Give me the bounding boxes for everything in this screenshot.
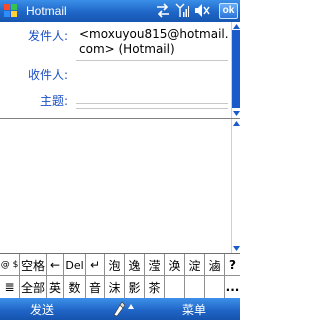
title-bar: Hotmail ok	[0, 0, 240, 22]
enter-key[interactable]: ↵	[86, 254, 105, 276]
backspace-key[interactable]: ←	[47, 254, 64, 276]
candidate-key-4[interactable]: 涣	[165, 254, 185, 276]
all-key[interactable]: 全部	[20, 276, 47, 298]
candidate-key-6[interactable]: 滷	[205, 254, 225, 276]
scroll-up-icon[interactable]	[233, 24, 240, 29]
candidate-key-5[interactable]: 淀	[185, 254, 205, 276]
input-panel-icon[interactable]	[111, 300, 135, 318]
empty-key-1[interactable]	[165, 276, 185, 298]
ok-button[interactable]: ok	[219, 3, 238, 19]
header-scrollbar[interactable]	[231, 22, 240, 118]
signal-bars-icon[interactable]	[175, 3, 189, 18]
help-key[interactable]: ?	[225, 254, 240, 276]
from-value[interactable]: <moxuyou815@hotmail.com> (Hotmail)	[79, 27, 229, 57]
to-field[interactable]	[76, 84, 228, 104]
subject-field[interactable]	[76, 108, 228, 109]
send-softkey[interactable]: 发送	[30, 301, 54, 318]
from-label: 发件人:	[27, 29, 68, 43]
menu-bar: 发送 菜单	[0, 298, 240, 320]
phonetic-key[interactable]: 音	[86, 276, 105, 298]
space-key[interactable]: 空格	[20, 254, 47, 276]
list-key[interactable]: ≣	[0, 276, 20, 298]
ime-row-1: @ $ 空格 ← Del ↵ 泡 逸 滢 涣 淀 滷 ?	[0, 254, 240, 276]
candidate-key-1[interactable]: 泡	[105, 254, 125, 276]
menu-softkey[interactable]: 菜单	[182, 301, 206, 318]
candidate-key-2[interactable]: 逸	[125, 254, 145, 276]
symbol-key[interactable]: @ $	[0, 254, 20, 276]
message-header: 发件人: <moxuyou815@hotmail.com> (Hotmail) …	[0, 22, 231, 118]
empty-key-3[interactable]	[205, 276, 225, 298]
ime-row-2: ≣ 全部 英 数 音 沫 影 茶 ...	[0, 276, 240, 298]
body-scroll-down-icon[interactable]	[233, 246, 240, 251]
message-body[interactable]	[0, 119, 231, 253]
delete-key[interactable]: Del	[64, 254, 86, 276]
candidate-key-7[interactable]: 沫	[105, 276, 125, 298]
input-method-panel: @ $ 空格 ← Del ↵ 泡 逸 滢 涣 淀 滷 ? ≣ 全部 英 数 音 …	[0, 253, 240, 298]
scroll-down-icon[interactable]	[233, 111, 240, 116]
more-key[interactable]: ...	[225, 276, 240, 298]
to-label: 收件人:	[27, 68, 68, 82]
window-title: Hotmail	[26, 4, 67, 18]
scroll-thumb[interactable]	[232, 30, 240, 108]
from-field-underline	[76, 60, 228, 61]
candidate-key-9[interactable]: 茶	[145, 276, 165, 298]
number-key[interactable]: 数	[64, 276, 86, 298]
candidate-key-8[interactable]: 影	[125, 276, 145, 298]
empty-key-2[interactable]	[185, 276, 205, 298]
body-scroll-up-icon[interactable]	[233, 121, 240, 126]
body-scrollbar[interactable]	[231, 119, 240, 253]
subject-label: 主题:	[39, 94, 68, 108]
sync-arrows-icon[interactable]	[155, 3, 171, 18]
windows-flag-icon[interactable]	[3, 3, 18, 18]
speaker-icon[interactable]	[194, 3, 210, 18]
english-key[interactable]: 英	[47, 276, 64, 298]
candidate-key-3[interactable]: 滢	[145, 254, 165, 276]
